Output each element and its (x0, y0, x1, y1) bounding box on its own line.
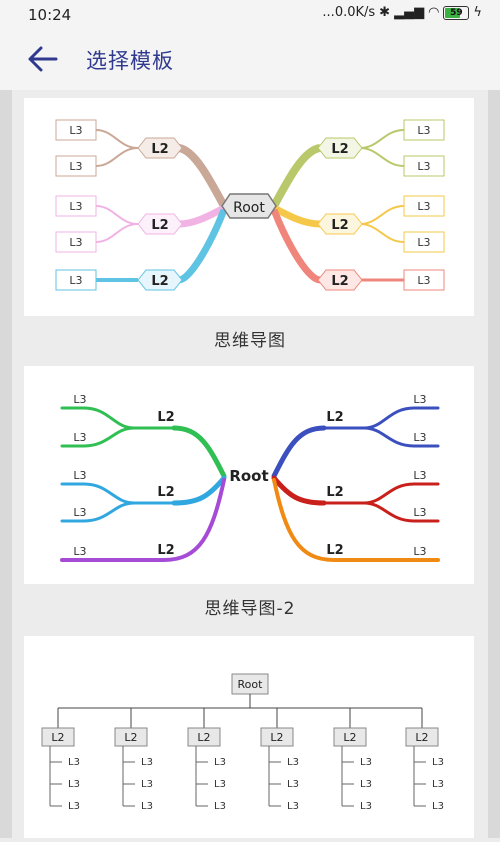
back-arrow-icon (28, 46, 58, 72)
l2-label: L2 (197, 731, 210, 744)
l3-label: L3 (432, 757, 444, 768)
l2-label: L2 (157, 543, 174, 558)
l3-label: L3 (73, 393, 86, 406)
template-card-mindmap[interactable]: Root L2 L2 L2 L2 L2 L2 L3 L3 L3 L3 L3 L3… (24, 98, 474, 316)
template-caption-2: 思维导图-2 (204, 599, 296, 619)
l3-label: L3 (413, 431, 426, 444)
page-title: 选择模板 (86, 49, 174, 73)
l3-label: L3 (360, 801, 372, 812)
status-time: 10:24 (28, 6, 72, 24)
right-gutter (488, 90, 500, 838)
l2-label: L2 (151, 218, 168, 233)
l3-label: L3 (360, 779, 372, 790)
l3-label: L3 (69, 124, 82, 137)
l3-label: L3 (417, 236, 430, 249)
l3-label: L3 (73, 506, 86, 519)
wifi-icon: ◠ (428, 5, 440, 20)
connector (49, 746, 62, 807)
connector (122, 746, 135, 807)
org-chart-preview: Root L2 L3 L3 L3 L2 L3 L3 L3 L2 L3 L3 L3 L2 L3 L3 L3 L2 L… (41, 673, 444, 812)
l2-label: L2 (331, 218, 348, 233)
mindmap-2-preview: Root L2 L2 L2 L2 L2 L2 L3 L3 L3 L3 L3 L3… (60, 393, 440, 562)
l3-label: L3 (413, 506, 426, 519)
l3-label: L3 (73, 431, 86, 444)
root-label: Root (233, 200, 265, 216)
l3-label: L3 (69, 160, 82, 173)
l2-label: L2 (157, 485, 174, 500)
charging-icon: ϟ (473, 5, 482, 20)
l2-label: L2 (326, 543, 343, 558)
status-icons: ...0.0K/s ✱ ▂▄▆ ◠ 59 ϟ (322, 5, 482, 20)
template-card-mindmap-2[interactable]: Root L2 L2 L2 L2 L2 L2 L3 L3 L3 L3 L3 L3… (24, 366, 474, 584)
mindmap-preview: Root L2 L2 L2 L2 L2 L2 L3 L3 L3 L3 L3 L3… (55, 119, 445, 291)
connector (341, 746, 354, 807)
back-button[interactable] (26, 44, 60, 74)
l3-label: L3 (360, 757, 372, 768)
l2-label: L2 (151, 274, 168, 289)
signal-icon: ▂▄▆ (394, 5, 425, 20)
l3-label: L3 (69, 274, 82, 287)
l3-label: L3 (417, 274, 430, 287)
l2-label: L2 (415, 731, 428, 744)
l3-label: L3 (141, 779, 153, 790)
l2-label: L2 (331, 142, 348, 157)
l2-label: L2 (326, 485, 343, 500)
template-caption-1: 思维导图 (214, 331, 286, 351)
branch (270, 144, 322, 208)
l2-label: L2 (51, 731, 64, 744)
battery-level: 59 (450, 7, 463, 18)
l3-label: L3 (69, 200, 82, 213)
l3-label: L3 (214, 801, 226, 812)
l2-label: L2 (157, 410, 174, 425)
l3-label: L3 (417, 160, 430, 173)
template-card-org-chart[interactable]: Root L2 L3 L3 L3 L2 L3 L3 L3 L2 L3 L3 L3 L2 L3 L3 L3 L2 L… (24, 636, 474, 838)
l2-label: L2 (326, 410, 343, 425)
l2-label: L2 (343, 731, 356, 744)
l3-label: L3 (73, 545, 86, 558)
battery-icon: 59 (443, 5, 470, 20)
l3-label: L3 (141, 757, 153, 768)
l3-label: L3 (432, 779, 444, 790)
l3-label: L3 (214, 757, 226, 768)
app-bar: 选择模板 (0, 28, 500, 90)
l2-label: L2 (151, 142, 168, 157)
l3-label: L3 (68, 779, 80, 790)
bluetooth-icon: ✱ (379, 5, 391, 20)
connector (413, 746, 426, 807)
branch (177, 144, 228, 208)
l2-label: L2 (331, 274, 348, 289)
connector (195, 746, 208, 807)
l3-label: L3 (417, 200, 430, 213)
l3-label: L3 (68, 757, 80, 768)
l3-label: L3 (287, 757, 299, 768)
l3-label: L3 (68, 801, 80, 812)
l3-label: L3 (413, 469, 426, 482)
l3-label: L3 (141, 801, 153, 812)
l3-label: L3 (287, 779, 299, 790)
l3-label: L3 (417, 124, 430, 137)
l3-label: L3 (432, 801, 444, 812)
network-speed: ...0.0K/s (322, 5, 376, 20)
connector (268, 746, 281, 807)
left-gutter (0, 90, 12, 838)
l3-label: L3 (413, 393, 426, 406)
root-label: Root (238, 678, 264, 691)
root-label: Root (229, 467, 268, 485)
l3-label: L3 (73, 469, 86, 482)
l2-label: L2 (270, 731, 283, 744)
l3-label: L3 (287, 801, 299, 812)
l3-label: L3 (413, 545, 426, 558)
l3-label: L3 (214, 779, 226, 790)
status-bar: 10:24 ...0.0K/s ✱ ▂▄▆ ◠ 59 ϟ (0, 0, 500, 28)
l3-label: L3 (69, 236, 82, 249)
l2-label: L2 (124, 731, 137, 744)
